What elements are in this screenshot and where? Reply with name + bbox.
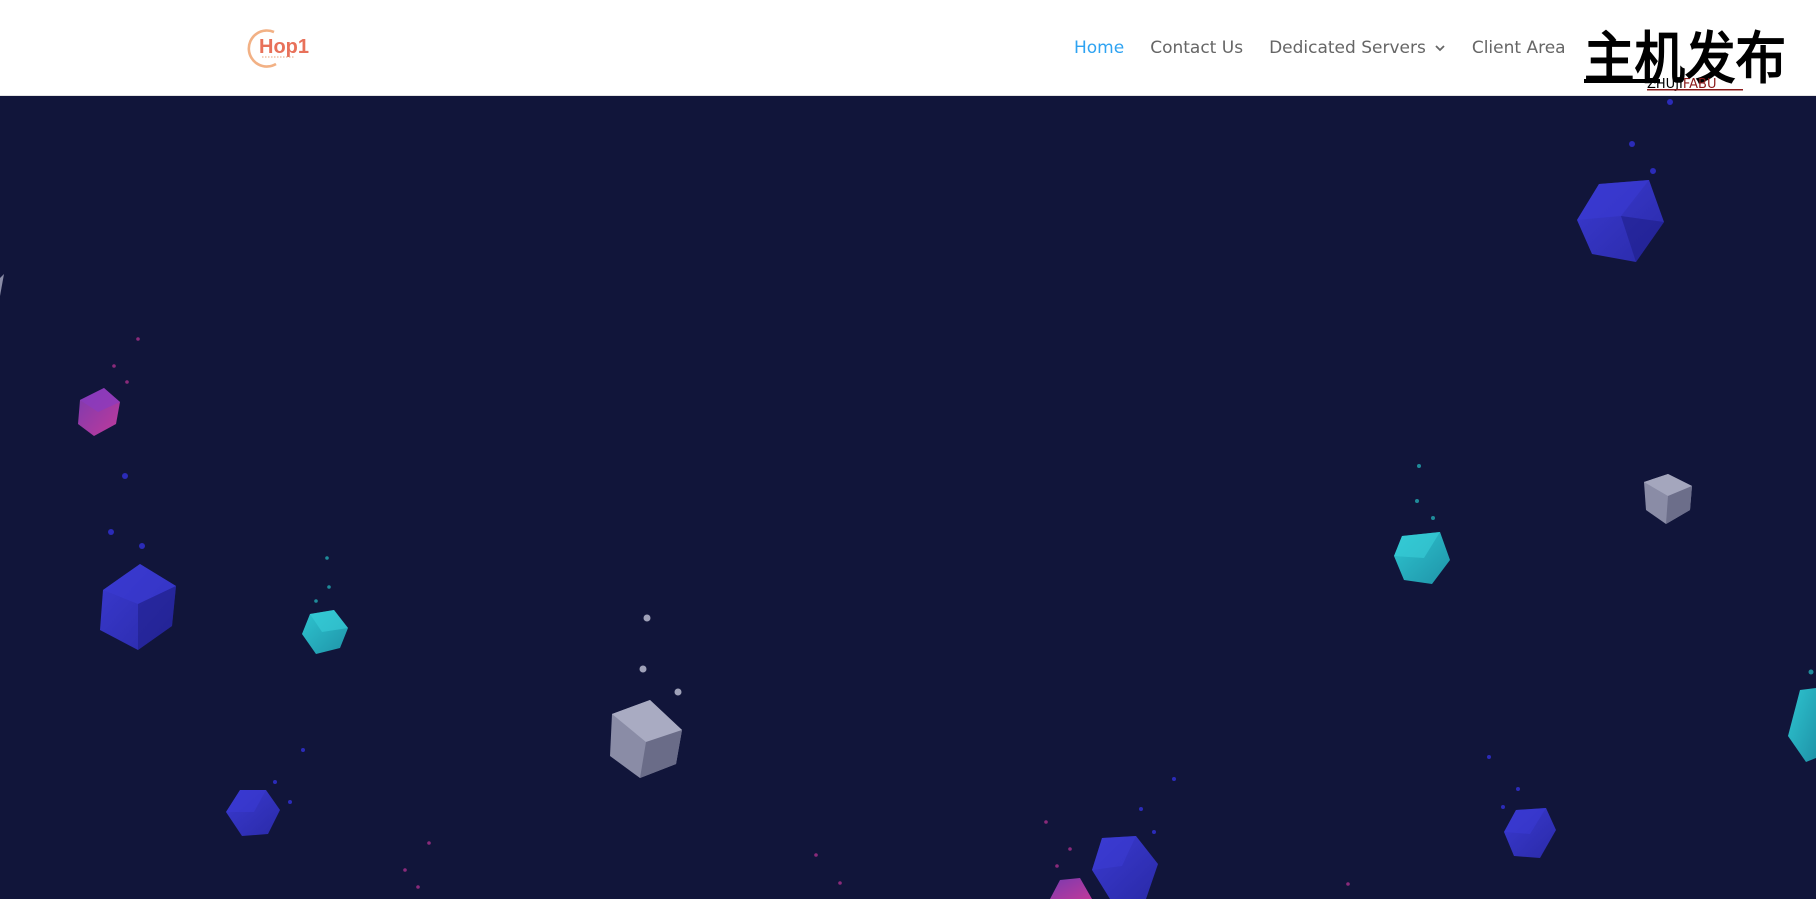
logo-mark-icon: Hop1 [247, 29, 309, 68]
nav-item-contact-us[interactable]: Contact Us [1150, 38, 1243, 58]
cube-grey [610, 700, 682, 778]
site-header: Hop1 Home Contact Us Dedicated Servers C… [0, 0, 1816, 96]
cube-blue [100, 564, 176, 650]
cube-pink [1050, 878, 1092, 899]
floating-cubes-background [0, 99, 1816, 899]
cube-blue [1577, 180, 1664, 262]
hero-section [0, 96, 1816, 899]
site-logo[interactable]: Hop1 [246, 26, 318, 70]
cube-blue [1504, 808, 1556, 858]
chevron-down-icon [1435, 45, 1445, 52]
logo-text: Hop1 [259, 36, 309, 58]
nav-item-home[interactable]: Home [1074, 38, 1124, 58]
nav-item-label: Dedicated Servers [1269, 38, 1426, 58]
watermark-image: 主机发布 ZHUJIFABU [1584, 27, 1786, 92]
cube-blue [226, 790, 280, 836]
cube-teal [1788, 688, 1816, 762]
watermark-logo: 主机发布 ZHUJIFABU [1584, 26, 1788, 94]
cube-grey [1644, 474, 1692, 524]
cube-pink [78, 388, 120, 436]
cube-blue [1092, 836, 1158, 899]
main-navigation: Home Contact Us Dedicated Servers Client… [1074, 0, 1566, 96]
cube-teal [1394, 532, 1450, 584]
nav-item-label: Home [1074, 38, 1125, 58]
nav-item-label: Client Area [1471, 38, 1566, 58]
cube-teal [302, 610, 348, 654]
nav-item-dedicated-servers[interactable]: Dedicated Servers [1269, 38, 1446, 58]
nav-item-label: Contact Us [1150, 38, 1244, 58]
nav-item-client-area[interactable]: Client Area [1472, 38, 1566, 58]
